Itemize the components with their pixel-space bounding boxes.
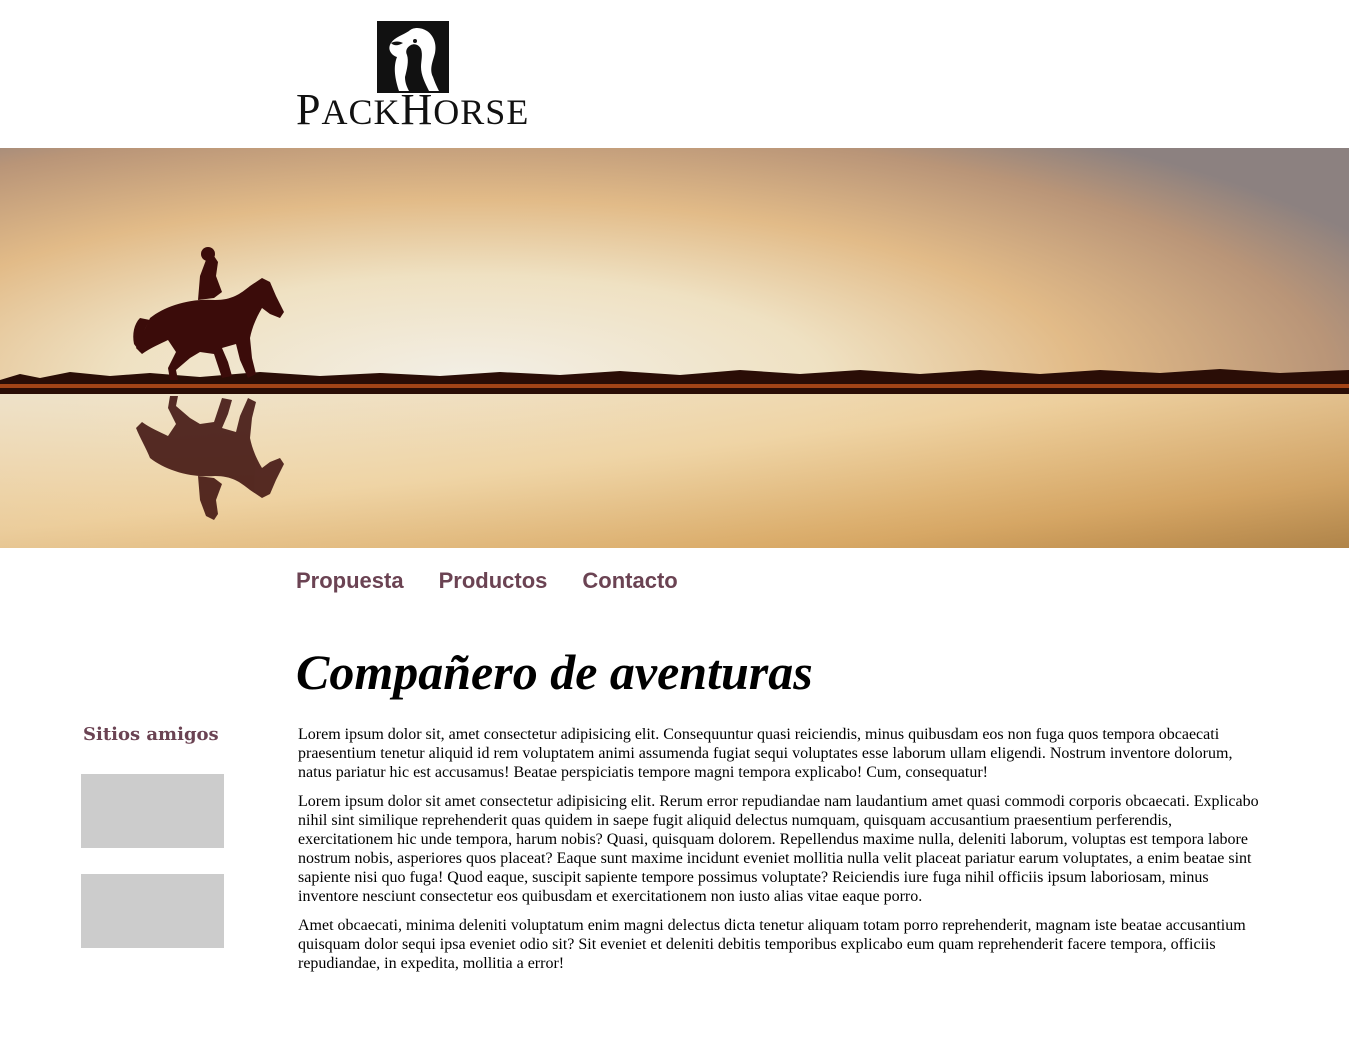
sidebar: Sitios amigos [81, 722, 224, 974]
logo-wordmark: PACKHORSE [296, 85, 530, 134]
nav-link-contacto[interactable]: Contacto [582, 566, 677, 596]
content-paragraph: Lorem ipsum dolor sit, amet consectetur … [298, 726, 1233, 781]
hero-image [0, 148, 1349, 548]
site-header: PACKHORSE [0, 0, 1349, 148]
sidebar-title: Sitios amigos [83, 724, 219, 745]
hero-banner [0, 148, 1349, 548]
page-title: Compañero de aventuras [296, 644, 813, 700]
nav-link-productos[interactable]: Productos [439, 566, 548, 596]
friend-site-placeholder[interactable] [81, 774, 224, 848]
main-content: Lorem ipsum dolor sit, amet consectetur … [298, 725, 1270, 983]
packhorse-logo[interactable]: PACKHORSE [296, 20, 530, 134]
nav-link-propuesta[interactable]: Propuesta [296, 566, 404, 596]
main-nav: Propuesta Productos Contacto [296, 566, 678, 596]
horse-head-icon [377, 21, 449, 93]
content-paragraph: Amet obcaecati, minima deleniti voluptat… [298, 917, 1246, 972]
content-paragraph: Lorem ipsum dolor sit amet consectetur a… [298, 793, 1259, 905]
friend-site-placeholder[interactable] [81, 874, 224, 948]
